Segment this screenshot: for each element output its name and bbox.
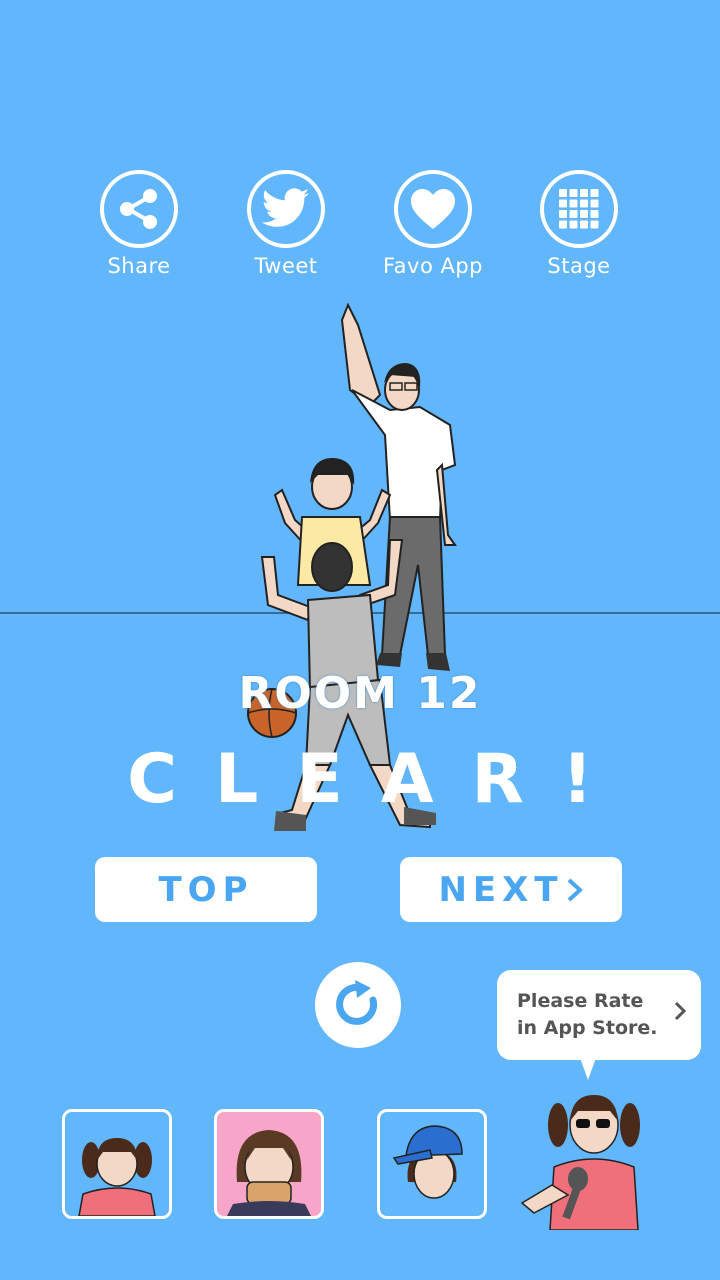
share-label: Share xyxy=(107,254,171,278)
bubble-tail xyxy=(580,1058,596,1080)
tweet-button[interactable]: Tweet xyxy=(236,170,336,278)
top-button-label: TOP xyxy=(158,869,254,910)
retry-button[interactable] xyxy=(315,962,401,1048)
twitter-bird-icon xyxy=(247,170,325,248)
favo-app-button[interactable]: Favo App xyxy=(383,170,483,278)
game-thumbnail-1[interactable] xyxy=(62,1109,172,1219)
clear-title: CLEAR! xyxy=(127,740,631,819)
room-number-title: ROOM 12 xyxy=(238,668,482,719)
heart-icon xyxy=(394,170,472,248)
stage-button[interactable]: Stage xyxy=(529,170,629,278)
mascot-girl xyxy=(520,1095,640,1230)
share-icon xyxy=(100,170,178,248)
next-button[interactable]: NEXT xyxy=(400,857,622,922)
refresh-icon xyxy=(336,980,378,1025)
rate-app-bubble[interactable]: Please Rate in App Store. xyxy=(497,970,701,1060)
grid-icon xyxy=(540,170,618,248)
chevron-right-icon xyxy=(567,878,583,901)
tweet-label: Tweet xyxy=(254,254,318,278)
favo-app-label: Favo App xyxy=(383,254,483,278)
chevron-right-icon xyxy=(674,1001,687,1021)
game-thumbnail-3[interactable] xyxy=(377,1109,487,1219)
top-button[interactable]: TOP xyxy=(95,857,317,922)
next-button-label: NEXT xyxy=(438,869,564,910)
game-thumbnail-2[interactable] xyxy=(214,1109,324,1219)
share-button[interactable]: Share xyxy=(89,170,189,278)
stage-label: Stage xyxy=(547,254,611,278)
